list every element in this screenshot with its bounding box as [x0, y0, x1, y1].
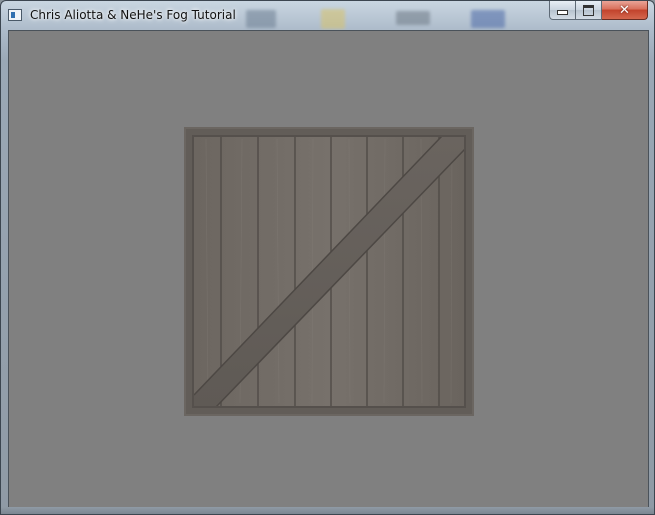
app-icon[interactable]	[8, 9, 22, 21]
close-button[interactable]: ✕	[602, 1, 648, 20]
window-title: Chris Aliotta & NeHe's Fog Tutorial	[30, 8, 236, 22]
caption-buttons: ✕	[549, 1, 648, 21]
window-bottom-frame	[1, 507, 654, 514]
opengl-viewport[interactable]	[8, 30, 649, 510]
minimize-button[interactable]	[549, 1, 576, 20]
crate-texture	[184, 127, 474, 416]
maximize-icon	[583, 4, 594, 16]
maximize-button[interactable]	[576, 1, 602, 20]
wooden-crate	[184, 127, 474, 416]
close-icon: ✕	[619, 2, 630, 18]
minimize-icon	[557, 10, 568, 15]
title-bar[interactable]: Chris Aliotta & NeHe's Fog Tutorial ✕	[1, 1, 654, 30]
background-desktop-glimpse	[231, 1, 531, 30]
app-window: Chris Aliotta & NeHe's Fog Tutorial ✕	[0, 0, 655, 515]
